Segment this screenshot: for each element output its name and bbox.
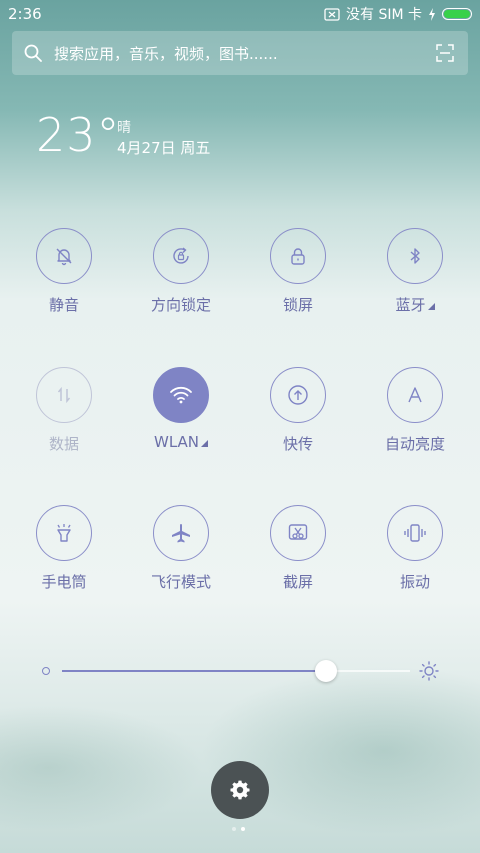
- toggle-quick-transfer-circle[interactable]: [270, 367, 326, 423]
- page-indicator: [232, 827, 245, 831]
- toggle-lock-screen-label: 锁屏: [282, 296, 313, 314]
- gear-icon: [230, 780, 250, 800]
- status-indicators: 没有 SIM 卡: [324, 4, 472, 24]
- vibrate-icon: [404, 524, 426, 542]
- screenshot-icon: [288, 524, 308, 540]
- toggle-rotation-lock-circle[interactable]: [153, 228, 209, 284]
- toggle-airplane-mode-label: 飞行模式: [150, 573, 211, 591]
- charging-icon: [429, 7, 435, 21]
- status-bar: 2:36 没有 SIM 卡: [0, 0, 480, 28]
- search-bar[interactable]: 搜索应用，音乐，视频，图书......: [12, 31, 468, 75]
- toggle-bluetooth-circle[interactable]: [387, 228, 443, 284]
- auto-brightness-icon: [408, 387, 422, 403]
- toggle-vibrate[interactable]: 振动: [360, 505, 470, 592]
- toggle-mute-circle[interactable]: [36, 228, 92, 284]
- status-time: 2:36: [8, 5, 42, 23]
- no-sim-icon: [324, 7, 340, 21]
- toggle-wlan-label: WLAN: [126, 433, 236, 451]
- toggle-lock-screen[interactable]: 锁屏: [243, 228, 353, 315]
- toggle-flashlight-circle[interactable]: [36, 505, 92, 561]
- toggle-screenshot-label: 截屏: [282, 573, 313, 591]
- toggle-auto-brightness[interactable]: 自动亮度: [360, 367, 470, 454]
- toggle-auto-brightness-circle[interactable]: [387, 367, 443, 423]
- weather-temperature: 23°: [36, 108, 121, 162]
- brightness-thumb[interactable]: [315, 660, 338, 682]
- airplane-icon: [172, 524, 190, 543]
- bluetooth-icon: [410, 248, 420, 264]
- toggle-wlan-circle[interactable]: [153, 367, 209, 423]
- sim-status-text: 没有 SIM 卡: [346, 7, 422, 23]
- lock-icon: [291, 248, 305, 265]
- wifi-icon: [170, 386, 192, 404]
- weather-date: 4月27日 周五: [117, 139, 211, 157]
- toggle-mobile-data[interactable]: 数据: [9, 367, 119, 454]
- brightness-track-fill: [62, 670, 327, 672]
- toggle-mobile-data-circle[interactable]: [36, 367, 92, 423]
- page-dot: [232, 827, 236, 831]
- rotation-lock-icon: [173, 247, 189, 264]
- toggle-quick-transfer[interactable]: 快传: [243, 367, 353, 454]
- toggle-screenshot-circle[interactable]: [270, 505, 326, 561]
- page-dot: [241, 827, 245, 831]
- weather-widget[interactable]: 23° 晴 4月27日 周五: [36, 108, 210, 162]
- upload-icon: [288, 385, 308, 405]
- settings-button[interactable]: [211, 761, 269, 819]
- brightness-slider[interactable]: [40, 656, 440, 686]
- search-input[interactable]: 搜索应用，音乐，视频，图书......: [54, 43, 278, 64]
- scan-icon[interactable]: [436, 44, 454, 62]
- toggle-rotation-lock-label: 方向锁定: [150, 296, 211, 314]
- toggle-bluetooth[interactable]: 蓝牙: [360, 228, 470, 315]
- brightness-low-icon: [42, 667, 50, 675]
- toggle-flashlight[interactable]: 手电筒: [9, 505, 119, 592]
- toggle-screenshot[interactable]: 截屏: [243, 505, 353, 592]
- brightness-track[interactable]: [62, 660, 410, 682]
- toggle-quick-transfer-label: 快传: [282, 435, 313, 453]
- weather-condition: 晴: [117, 120, 131, 136]
- brightness-high-icon: [419, 661, 439, 681]
- toggle-bluetooth-label: 蓝牙: [360, 294, 470, 315]
- wlan-menu-indicator-icon: [201, 440, 208, 447]
- toggle-bluetooth-text: 蓝牙: [395, 296, 426, 314]
- toggle-vibrate-label: 振动: [399, 573, 430, 591]
- toggle-lock-screen-circle[interactable]: [270, 228, 326, 284]
- toggle-wlan-text: WLAN: [153, 433, 199, 451]
- toggle-auto-brightness-label: 自动亮度: [384, 435, 445, 453]
- bell-off-icon: [56, 248, 72, 266]
- bluetooth-menu-indicator-icon: [427, 303, 435, 310]
- toggle-airplane-mode-circle[interactable]: [153, 505, 209, 561]
- toggle-flashlight-label: 手电筒: [41, 573, 87, 591]
- toggle-airplane-mode[interactable]: 飞行模式: [126, 505, 236, 592]
- toggle-mute-label: 静音: [48, 296, 79, 314]
- toggle-mute[interactable]: 静音: [9, 228, 119, 315]
- battery-icon: [442, 8, 472, 20]
- flashlight-icon: [57, 524, 71, 542]
- toggle-rotation-lock[interactable]: 方向锁定: [126, 228, 236, 315]
- battery-fill: [444, 10, 470, 18]
- toggle-vibrate-circle[interactable]: [387, 505, 443, 561]
- data-arrows-icon: [57, 386, 71, 404]
- toggle-wlan[interactable]: WLAN: [126, 367, 236, 451]
- search-icon: [24, 44, 42, 62]
- toggle-mobile-data-label: 数据: [48, 435, 79, 453]
